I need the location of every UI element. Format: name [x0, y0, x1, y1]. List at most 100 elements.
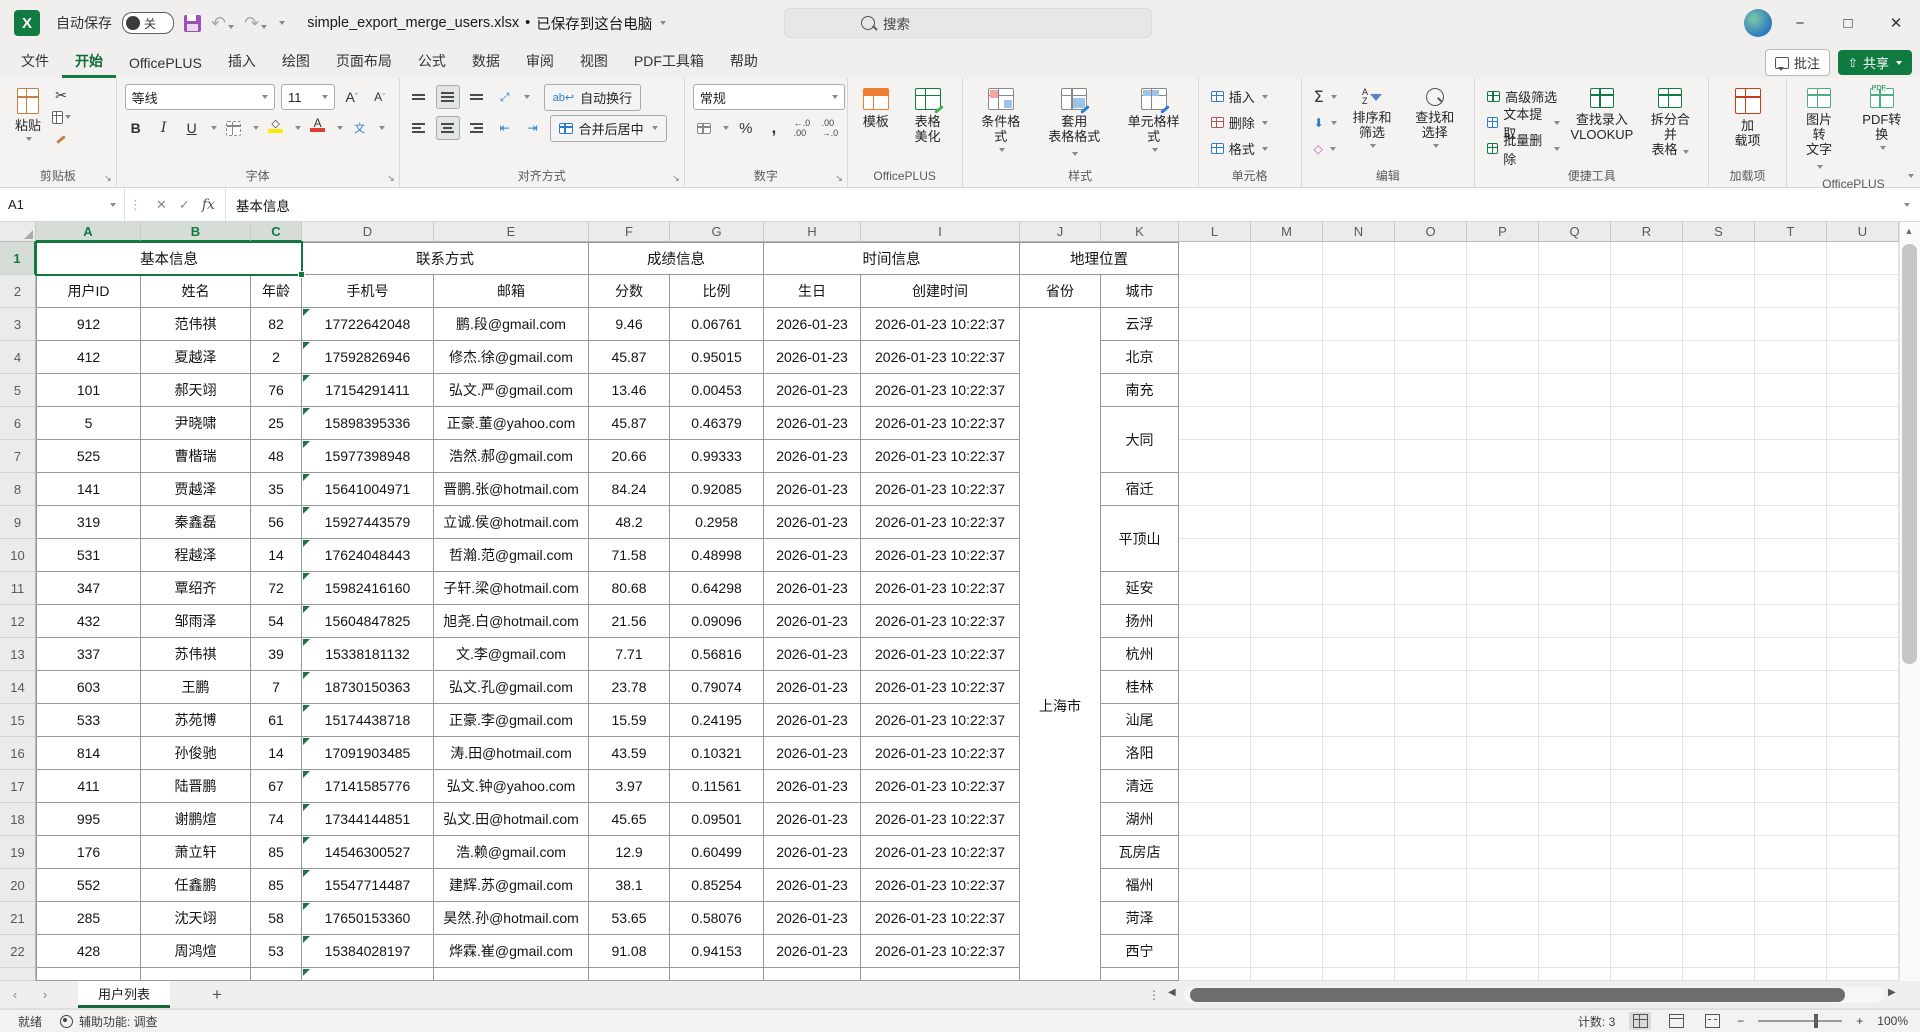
column-title-K[interactable]: 城市: [1101, 275, 1179, 308]
empty-cell[interactable]: [1827, 968, 1899, 981]
font-color-chevron-icon[interactable]: [337, 126, 343, 130]
empty-cell[interactable]: [1611, 605, 1683, 638]
empty-cell[interactable]: [1827, 605, 1899, 638]
number-dialog-launcher-icon[interactable]: ↘: [835, 173, 843, 184]
cell-I17[interactable]: 2026-01-23 10:22:37: [861, 770, 1020, 803]
empty-cell[interactable]: [1683, 935, 1755, 968]
column-header-A[interactable]: A: [36, 222, 141, 242]
increase-decimal-button[interactable]: ←.0.00: [791, 117, 813, 139]
cell-K5[interactable]: 南充: [1101, 374, 1179, 407]
empty-cell[interactable]: [1539, 902, 1611, 935]
empty-cell[interactable]: [1755, 572, 1827, 605]
cell-B18[interactable]: 谢鹏煊: [141, 803, 251, 836]
empty-cell[interactable]: [1323, 440, 1395, 473]
cell-D12[interactable]: 15604847825: [302, 605, 434, 638]
empty-cell[interactable]: [1467, 275, 1539, 308]
tab-pdf-toolbox[interactable]: PDF工具箱: [621, 46, 717, 78]
column-header-G[interactable]: G: [670, 222, 764, 242]
cell-D7[interactable]: 15977398948: [302, 440, 434, 473]
percent-button[interactable]: %: [735, 117, 757, 139]
column-header-U[interactable]: U: [1827, 222, 1899, 242]
empty-cell[interactable]: [1539, 869, 1611, 902]
font-size-select[interactable]: 11: [281, 84, 335, 110]
empty-cell[interactable]: [1611, 242, 1683, 275]
cell-D10[interactable]: 17624048443: [302, 539, 434, 572]
cell-A19[interactable]: 176: [36, 836, 141, 869]
empty-cell[interactable]: [1683, 902, 1755, 935]
cell-C4[interactable]: 2: [251, 341, 302, 374]
empty-cell[interactable]: [1395, 572, 1467, 605]
vertical-scrollbar-thumb[interactable]: [1902, 244, 1917, 664]
row-header-20[interactable]: 20: [0, 869, 36, 902]
row-header-8[interactable]: 8: [0, 473, 36, 506]
empty-cell[interactable]: [1251, 275, 1323, 308]
cell-H23-partial[interactable]: [764, 968, 861, 981]
sort-filter-button[interactable]: AZ 排序和筛选: [1341, 84, 1404, 152]
cell-F14[interactable]: 23.78: [589, 671, 670, 704]
empty-cell[interactable]: [1611, 737, 1683, 770]
cell-E22[interactable]: 烨霖.崔@gmail.com: [434, 935, 589, 968]
empty-cell[interactable]: [1611, 803, 1683, 836]
empty-cell[interactable]: [1467, 671, 1539, 704]
empty-cell[interactable]: [1251, 440, 1323, 473]
cell-F3[interactable]: 9.46: [589, 308, 670, 341]
cell-E12[interactable]: 旭尧.白@hotmail.com: [434, 605, 589, 638]
empty-cell[interactable]: [1323, 605, 1395, 638]
empty-cell[interactable]: [1827, 242, 1899, 275]
empty-cell[interactable]: [1611, 275, 1683, 308]
share-button[interactable]: ⇧ 共享: [1838, 50, 1912, 75]
cell-D15[interactable]: 15174438718: [302, 704, 434, 737]
cell-C20[interactable]: 85: [251, 869, 302, 902]
table-beautify-button[interactable]: 表格美化: [902, 84, 954, 148]
empty-cell[interactable]: [1395, 671, 1467, 704]
cell-F5[interactable]: 13.46: [589, 374, 670, 407]
cell-H18[interactable]: 2026-01-23: [764, 803, 861, 836]
confirm-entry-icon[interactable]: ✓: [179, 197, 190, 213]
empty-cell[interactable]: [1251, 341, 1323, 374]
empty-cell[interactable]: [1683, 440, 1755, 473]
empty-cell[interactable]: [1179, 638, 1251, 671]
cell-A10[interactable]: 531: [36, 539, 141, 572]
cell-C19[interactable]: 85: [251, 836, 302, 869]
cell-A11[interactable]: 347: [36, 572, 141, 605]
empty-cell[interactable]: [1683, 836, 1755, 869]
cell-D16[interactable]: 17091903485: [302, 737, 434, 770]
cell-F6[interactable]: 45.87: [589, 407, 670, 440]
cell-I16[interactable]: 2026-01-23 10:22:37: [861, 737, 1020, 770]
cell-C22[interactable]: 53: [251, 935, 302, 968]
delete-cells-button[interactable]: 删除: [1207, 110, 1272, 135]
cell-I10[interactable]: 2026-01-23 10:22:37: [861, 539, 1020, 572]
empty-cell[interactable]: [1827, 572, 1899, 605]
cell-F19[interactable]: 12.9: [589, 836, 670, 869]
cell-E7[interactable]: 浩然.郝@gmail.com: [434, 440, 589, 473]
cell-C23-partial[interactable]: [251, 968, 302, 981]
empty-cell[interactable]: [1611, 935, 1683, 968]
empty-cell[interactable]: [1755, 275, 1827, 308]
tab-help[interactable]: 帮助: [717, 46, 771, 78]
empty-cell[interactable]: [1755, 440, 1827, 473]
cell-I9[interactable]: 2026-01-23 10:22:37: [861, 506, 1020, 539]
empty-cell[interactable]: [1323, 968, 1395, 981]
sheet-next-icon[interactable]: ›: [30, 981, 60, 1008]
cell-D19[interactable]: 14546300527: [302, 836, 434, 869]
cell-I6[interactable]: 2026-01-23 10:22:37: [861, 407, 1020, 440]
empty-cell[interactable]: [1611, 374, 1683, 407]
empty-cell[interactable]: [1755, 407, 1827, 440]
empty-cell[interactable]: [1827, 440, 1899, 473]
empty-cell[interactable]: [1683, 275, 1755, 308]
row-header-14[interactable]: 14: [0, 671, 36, 704]
empty-cell[interactable]: [1539, 704, 1611, 737]
empty-cell[interactable]: [1395, 308, 1467, 341]
empty-cell[interactable]: [1611, 869, 1683, 902]
empty-cell[interactable]: [1251, 506, 1323, 539]
empty-cell[interactable]: [1755, 803, 1827, 836]
column-header-T[interactable]: T: [1755, 222, 1827, 242]
avatar[interactable]: [1744, 9, 1772, 37]
column-title-F[interactable]: 分数: [589, 275, 670, 308]
title-chevron-icon[interactable]: [660, 21, 666, 25]
empty-cell[interactable]: [1323, 275, 1395, 308]
cell-K22[interactable]: 西宁: [1101, 935, 1179, 968]
cell-A13[interactable]: 337: [36, 638, 141, 671]
cell-H15[interactable]: 2026-01-23: [764, 704, 861, 737]
empty-cell[interactable]: [1251, 638, 1323, 671]
